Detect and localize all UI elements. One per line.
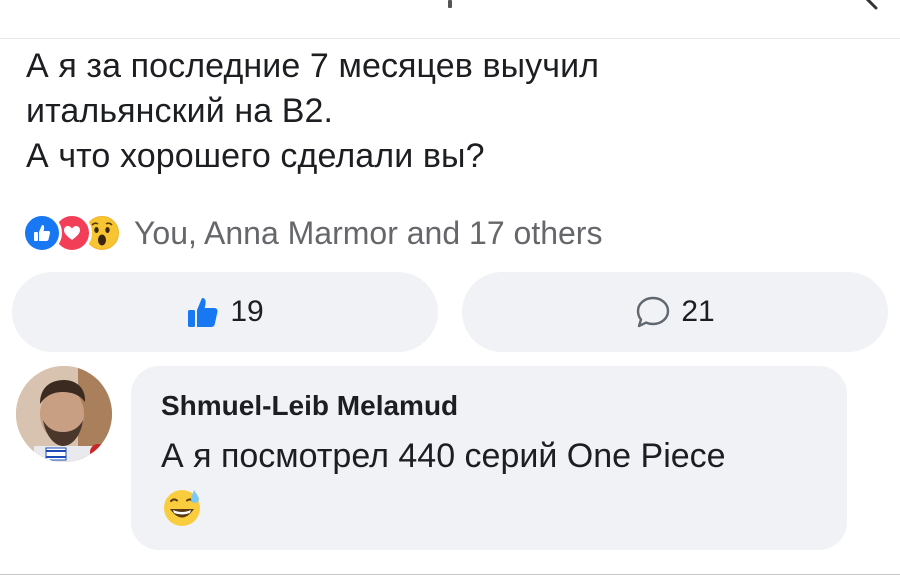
comment-text: А я посмотрел 440 серий One Piece bbox=[161, 437, 726, 475]
sweat-smile-emoji-icon bbox=[164, 490, 200, 526]
thumbs-up-icon bbox=[188, 298, 218, 327]
like-count: 19 bbox=[230, 295, 264, 328]
post-text-line: А я за последние 7 месяцев выучил bbox=[26, 47, 600, 85]
comment-bubble: Shmuel-Leib Melamud А я посмотрел 440 се… bbox=[131, 366, 847, 550]
post-text: А я за последние 7 месяцев выучил италья… bbox=[26, 44, 866, 179]
like-button[interactable]: 19 bbox=[12, 272, 438, 352]
top-strip bbox=[0, 0, 900, 39]
comment-button[interactable]: 21 bbox=[462, 272, 888, 352]
reactions-summary[interactable]: You, Anna Marmor and 17 others bbox=[22, 210, 602, 256]
comment-count: 21 bbox=[681, 295, 715, 328]
reactions-summary-text[interactable]: You, Anna Marmor and 17 others bbox=[134, 215, 602, 252]
like-reaction-icon bbox=[22, 213, 62, 253]
post-text-line: итальянский на B2. bbox=[26, 92, 334, 130]
comment-author[interactable]: Shmuel-Leib Melamud bbox=[161, 388, 847, 424]
avatar[interactable] bbox=[16, 366, 112, 462]
search-icon[interactable] bbox=[864, 0, 878, 10]
comment-bubble-icon bbox=[637, 296, 670, 328]
top-divider-tick bbox=[448, 0, 452, 8]
post-text-line: А что хорошего сделали вы? bbox=[26, 137, 485, 175]
bottom-divider bbox=[0, 574, 900, 585]
